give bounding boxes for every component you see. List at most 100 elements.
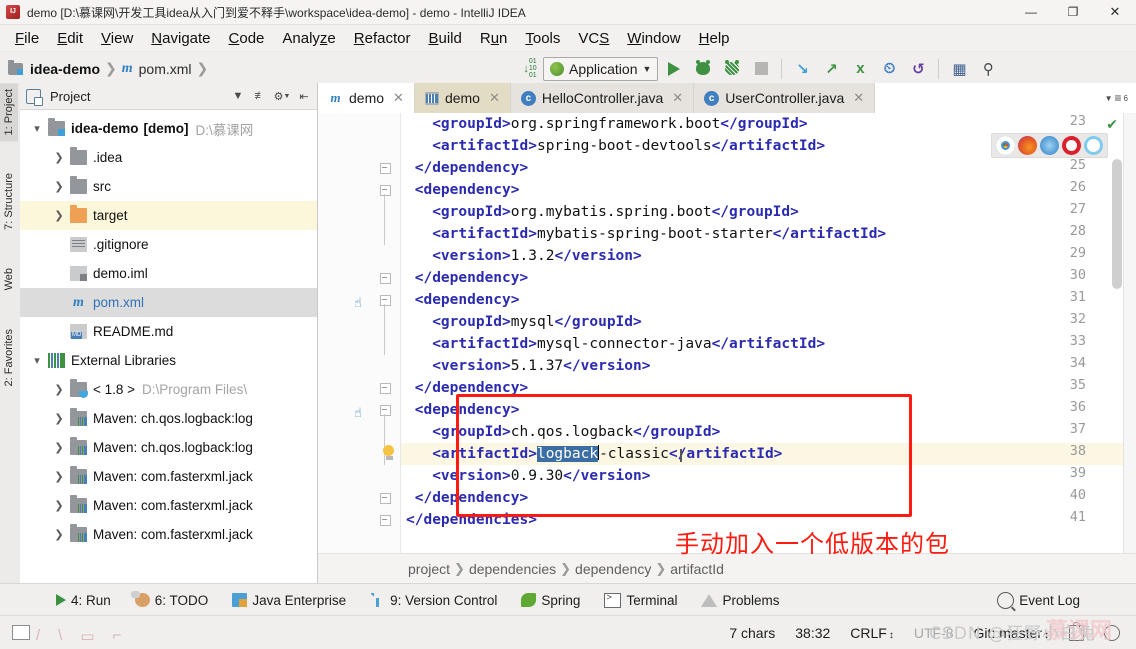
intention-bulb-icon[interactable] (383, 445, 396, 461)
tree-row-pom-xml[interactable]: m pom.xml (20, 288, 317, 317)
edge-icon[interactable] (1084, 136, 1103, 155)
bottom-item-spring[interactable]: Spring (509, 593, 592, 608)
menu-file[interactable]: File (6, 28, 48, 49)
collapse-all-icon[interactable]: ≢ (251, 87, 269, 105)
menu-navigate[interactable]: Navigate (142, 28, 219, 49)
chevron-collapsed-icon[interactable]: ❯ (48, 383, 70, 396)
chevron-collapsed-icon[interactable]: ❯ (48, 412, 70, 425)
maximize-button[interactable]: ❐ (1052, 0, 1094, 24)
tree-row-readme[interactable]: README.md (20, 317, 317, 346)
chevron-down-icon[interactable]: ▼ (229, 87, 247, 105)
menu-run[interactable]: Run (471, 28, 517, 49)
fold-marker[interactable] (380, 273, 391, 284)
tree-row-maven-lib-3[interactable]: ❯ Maven: com.fasterxml.jack (20, 462, 317, 491)
navbar-item-project[interactable]: idea-demo (30, 61, 100, 77)
menu-vcs[interactable]: VCS (569, 28, 618, 49)
breadcrumb-dependencies[interactable]: dependencies (469, 561, 556, 577)
update-project-icon[interactable]: ↘ (789, 57, 815, 81)
safari-icon[interactable] (1040, 136, 1059, 155)
tab-pom-xml[interactable]: m demo ✕ (318, 83, 415, 113)
tree-row-target[interactable]: ❯ target (20, 201, 317, 230)
close-button[interactable]: ✕ (1094, 0, 1136, 24)
stop-icon[interactable] (748, 57, 774, 81)
tree-row-external-libraries[interactable]: ▾ External Libraries (20, 346, 317, 375)
bottom-item-run[interactable]: 4: Run (44, 593, 123, 608)
tree-row-maven-lib-1[interactable]: ❯ Maven: ch.qos.logback:log (20, 404, 317, 433)
menu-build[interactable]: Build (419, 28, 470, 49)
minimize-button[interactable]: — (1010, 0, 1052, 24)
tree-row-demo-iml[interactable]: demo.iml (20, 259, 317, 288)
toggle-toolbar-icon[interactable] (12, 625, 30, 640)
tab-usercontroller[interactable]: c UserController.java ✕ (694, 83, 876, 113)
menu-edit[interactable]: Edit (48, 28, 92, 49)
menu-analyze[interactable]: Analyze (273, 28, 344, 49)
fold-marker[interactable] (380, 515, 391, 526)
run-configuration-selector[interactable]: Application ▼ (543, 56, 659, 81)
tab-demo-module[interactable]: demo ✕ (414, 83, 511, 113)
sidebar-item-project[interactable]: 1: Project (0, 83, 18, 142)
close-icon[interactable]: ✕ (853, 90, 864, 106)
chevron-collapsed-icon[interactable]: ❯ (48, 209, 70, 222)
run-coverage-icon[interactable] (719, 57, 745, 81)
maven-dependency-gutter-icon[interactable]: ☝ (354, 405, 362, 421)
bottom-item-event-log[interactable]: Event Log (985, 591, 1092, 609)
status-caret-position[interactable]: 38:32 (795, 625, 830, 641)
sort-icon[interactable]: ↓ 01 10 01 (520, 58, 540, 79)
project-structure-icon[interactable]: ▦ (946, 57, 972, 81)
navbar-item-file[interactable]: pom.xml (139, 61, 192, 77)
tree-row-maven-lib-2[interactable]: ❯ Maven: ch.qos.logback:log (20, 433, 317, 462)
firefox-icon[interactable] (1018, 136, 1037, 155)
bottom-item-todo[interactable]: 6: TODO (123, 591, 221, 608)
close-icon[interactable]: ✕ (393, 90, 404, 106)
sidebar-item-structure[interactable]: 7: Structure (0, 167, 18, 236)
tree-row-jdk[interactable]: ❯ < 1.8 > D:\Program Files\ (20, 375, 317, 404)
bottom-item-version-control[interactable]: 9: Version Control (358, 593, 509, 608)
breadcrumb-dependency[interactable]: dependency (575, 561, 651, 577)
chevron-expanded-icon[interactable]: ▾ (26, 354, 48, 367)
editor-scrollbar-thumb[interactable] (1112, 159, 1122, 289)
fold-marker[interactable] (380, 383, 391, 394)
breadcrumb-project[interactable]: project (408, 561, 450, 577)
menu-tools[interactable]: Tools (516, 28, 569, 49)
bottom-item-problems[interactable]: Problems (689, 593, 791, 608)
code-text[interactable]: <groupId>org.springframework.boot</group… (406, 113, 1136, 553)
tab-hellocontroller[interactable]: c HelloController.java ✕ (510, 83, 695, 113)
tree-row-idea-demo[interactable]: ▾ idea-demo [demo] D:\慕课网 (20, 114, 317, 143)
fold-marker[interactable] (380, 405, 391, 416)
commit-icon[interactable]: ↗ (818, 57, 844, 81)
run-icon[interactable] (661, 57, 687, 81)
vcs-branch-icon[interactable]: x (847, 57, 873, 81)
menu-help[interactable]: Help (690, 28, 739, 49)
hide-panel-icon[interactable]: ⇤ (295, 87, 313, 105)
chevron-collapsed-icon[interactable]: ❯ (48, 528, 70, 541)
chevron-collapsed-icon[interactable]: ❯ (48, 470, 70, 483)
menu-view[interactable]: View (92, 28, 142, 49)
maven-dependency-gutter-icon[interactable]: ☝ (354, 295, 362, 311)
chrome-icon[interactable] (996, 136, 1015, 155)
chevron-collapsed-icon[interactable]: ❯ (48, 441, 70, 454)
menu-window[interactable]: Window (618, 28, 689, 49)
sidebar-item-web[interactable]: Web (0, 262, 18, 296)
fold-marker[interactable] (380, 185, 391, 196)
fold-marker[interactable] (380, 295, 391, 306)
close-icon[interactable]: ✕ (672, 90, 683, 106)
tree-row-maven-lib-5[interactable]: ❯ Maven: com.fasterxml.jack (20, 520, 317, 549)
opera-icon[interactable] (1062, 136, 1081, 155)
sidebar-item-favorites[interactable]: 2: Favorites (0, 323, 18, 392)
search-everywhere-icon[interactable]: ⚲ (975, 57, 1001, 81)
menu-refactor[interactable]: Refactor (345, 28, 420, 49)
inspection-gutter[interactable] (1123, 113, 1136, 553)
history-icon[interactable]: ⏲ (876, 57, 902, 81)
bottom-item-java-enterprise[interactable]: Java Enterprise (220, 593, 358, 608)
chevron-collapsed-icon[interactable]: ❯ (48, 180, 70, 193)
fold-marker[interactable] (380, 163, 391, 174)
menu-code[interactable]: Code (220, 28, 274, 49)
breadcrumb-artifactid[interactable]: artifactId (670, 561, 724, 577)
settings-gear-icon[interactable]: ⚙ ▼ (273, 87, 291, 105)
status-line-separator[interactable]: CRLF ↕ (850, 625, 894, 641)
browser-run-toolbar[interactable] (991, 133, 1108, 158)
undo-icon[interactable]: ↺ (905, 57, 931, 81)
tree-row-gitignore[interactable]: .gitignore (20, 230, 317, 259)
fold-marker[interactable] (380, 493, 391, 504)
chevron-collapsed-icon[interactable]: ❯ (48, 151, 70, 164)
